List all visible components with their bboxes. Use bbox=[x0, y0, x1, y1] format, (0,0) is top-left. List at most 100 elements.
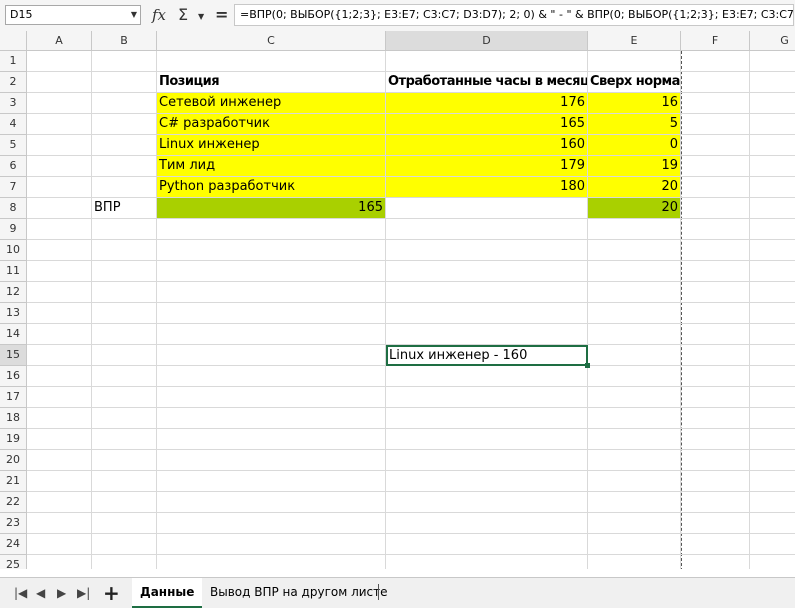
cell-b10[interactable] bbox=[92, 240, 157, 261]
row-header-16[interactable]: 16 bbox=[0, 366, 27, 387]
table-cell-overtime[interactable]: 0 bbox=[588, 135, 681, 156]
cell-a18[interactable] bbox=[27, 408, 92, 429]
cell-f1[interactable] bbox=[681, 51, 750, 72]
cell-d10[interactable] bbox=[386, 240, 588, 261]
cell-c13[interactable] bbox=[157, 303, 386, 324]
spreadsheet-grid[interactable]: A B C D E F G 1 2 Позиция Отработанные часы в меся… bbox=[0, 31, 795, 569]
cell-g22[interactable] bbox=[750, 492, 795, 513]
cell-a5[interactable] bbox=[27, 135, 92, 156]
table-cell-overtime[interactable]: 20 bbox=[588, 177, 681, 198]
cell-g14[interactable] bbox=[750, 324, 795, 345]
cell-c10[interactable] bbox=[157, 240, 386, 261]
row-header-18[interactable]: 18 bbox=[0, 408, 27, 429]
table-cell-position[interactable]: Сетевой инженер bbox=[157, 93, 386, 114]
cell-a10[interactable] bbox=[27, 240, 92, 261]
cell-c9[interactable] bbox=[157, 219, 386, 240]
table-cell-position[interactable]: Linux инженер bbox=[157, 135, 386, 156]
cell-g12[interactable] bbox=[750, 282, 795, 303]
row-header-13[interactable]: 13 bbox=[0, 303, 27, 324]
sum-icon[interactable]: Σ bbox=[178, 4, 188, 26]
cell-d9[interactable] bbox=[386, 219, 588, 240]
cell-a6[interactable] bbox=[27, 156, 92, 177]
table-cell-hours[interactable]: 165 bbox=[386, 114, 588, 135]
cell-f19[interactable] bbox=[681, 429, 750, 450]
cell-f21[interactable] bbox=[681, 471, 750, 492]
cell-a9[interactable] bbox=[27, 219, 92, 240]
cell-c18[interactable] bbox=[157, 408, 386, 429]
cell-f17[interactable] bbox=[681, 387, 750, 408]
cell-f11[interactable] bbox=[681, 261, 750, 282]
cell-f22[interactable] bbox=[681, 492, 750, 513]
name-box-dropdown-icon[interactable]: ▼ bbox=[131, 6, 137, 24]
table-cell-overtime[interactable]: 19 bbox=[588, 156, 681, 177]
column-header-f[interactable]: F bbox=[681, 31, 750, 51]
cell-f9[interactable] bbox=[681, 219, 750, 240]
row-header-7[interactable]: 7 bbox=[0, 177, 27, 198]
row-header-11[interactable]: 11 bbox=[0, 261, 27, 282]
cell-c24[interactable] bbox=[157, 534, 386, 555]
function-wizard-icon[interactable]: fx bbox=[152, 4, 166, 26]
cell-b4[interactable] bbox=[92, 114, 157, 135]
prev-sheet-icon[interactable]: ◀ bbox=[36, 585, 45, 601]
row-header-17[interactable]: 17 bbox=[0, 387, 27, 408]
cell-a8[interactable] bbox=[27, 198, 92, 219]
cell-g19[interactable] bbox=[750, 429, 795, 450]
cell-g7[interactable] bbox=[750, 177, 795, 198]
row-header-24[interactable]: 24 bbox=[0, 534, 27, 555]
row-header-15[interactable]: 15 bbox=[0, 345, 27, 366]
cell-c15[interactable] bbox=[157, 345, 386, 366]
vpr-result-hours[interactable]: 165 bbox=[157, 198, 386, 219]
cell-a3[interactable] bbox=[27, 93, 92, 114]
cell-e24[interactable] bbox=[588, 534, 681, 555]
cell-c1[interactable] bbox=[157, 51, 386, 72]
cell-g18[interactable] bbox=[750, 408, 795, 429]
row-header-22[interactable]: 22 bbox=[0, 492, 27, 513]
cell-d1[interactable] bbox=[386, 51, 588, 72]
formula-icon[interactable]: = bbox=[215, 4, 228, 26]
cell-e13[interactable] bbox=[588, 303, 681, 324]
column-header-a[interactable]: A bbox=[27, 31, 92, 51]
cell-b16[interactable] bbox=[92, 366, 157, 387]
cell-d23[interactable] bbox=[386, 513, 588, 534]
cell-b24[interactable] bbox=[92, 534, 157, 555]
cell-c20[interactable] bbox=[157, 450, 386, 471]
cell-b20[interactable] bbox=[92, 450, 157, 471]
row-header-14[interactable]: 14 bbox=[0, 324, 27, 345]
column-header-b[interactable]: B bbox=[92, 31, 157, 51]
cell-e12[interactable] bbox=[588, 282, 681, 303]
cell-e20[interactable] bbox=[588, 450, 681, 471]
cell-e14[interactable] bbox=[588, 324, 681, 345]
cell-b22[interactable] bbox=[92, 492, 157, 513]
cell-f4[interactable] bbox=[681, 114, 750, 135]
cell-e19[interactable] bbox=[588, 429, 681, 450]
cell-c17[interactable] bbox=[157, 387, 386, 408]
cell-f2[interactable] bbox=[681, 72, 750, 93]
cell-d22[interactable] bbox=[386, 492, 588, 513]
cell-f3[interactable] bbox=[681, 93, 750, 114]
table-cell-position[interactable]: Python разработчик bbox=[157, 177, 386, 198]
cell-b18[interactable] bbox=[92, 408, 157, 429]
cell-g20[interactable] bbox=[750, 450, 795, 471]
cell-g24[interactable] bbox=[750, 534, 795, 555]
cell-f16[interactable] bbox=[681, 366, 750, 387]
cell-e15[interactable] bbox=[588, 345, 681, 366]
cell-d13[interactable] bbox=[386, 303, 588, 324]
cell-b9[interactable] bbox=[92, 219, 157, 240]
row-header-10[interactable]: 10 bbox=[0, 240, 27, 261]
cell-a25[interactable] bbox=[27, 555, 92, 569]
vpr-label[interactable]: ВПР bbox=[92, 198, 157, 219]
cell-g4[interactable] bbox=[750, 114, 795, 135]
cell-a4[interactable] bbox=[27, 114, 92, 135]
cell-d8[interactable] bbox=[386, 198, 588, 219]
header-position[interactable]: Позиция bbox=[157, 72, 386, 93]
column-header-d[interactable]: D bbox=[386, 31, 588, 51]
select-all-corner[interactable] bbox=[0, 31, 27, 51]
cell-f10[interactable] bbox=[681, 240, 750, 261]
row-header-20[interactable]: 20 bbox=[0, 450, 27, 471]
cell-d25[interactable] bbox=[386, 555, 588, 569]
cell-g5[interactable] bbox=[750, 135, 795, 156]
cell-e10[interactable] bbox=[588, 240, 681, 261]
cell-a2[interactable] bbox=[27, 72, 92, 93]
cell-a22[interactable] bbox=[27, 492, 92, 513]
cell-b5[interactable] bbox=[92, 135, 157, 156]
